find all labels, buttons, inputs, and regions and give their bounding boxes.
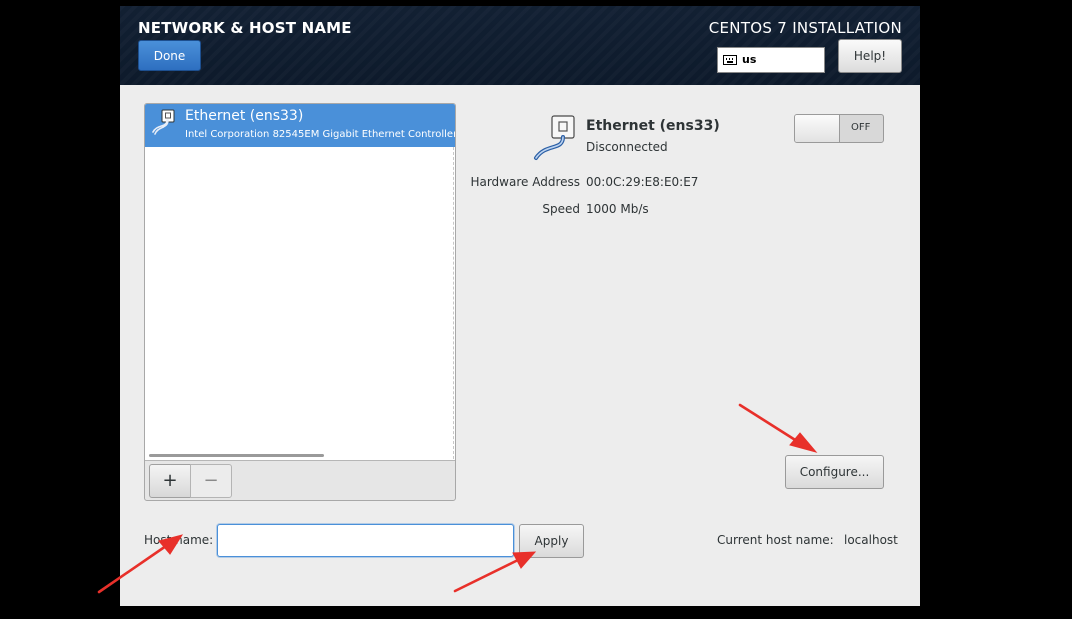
speed-value: 1000 Mb/s [586,202,649,216]
list-divider [453,147,454,459]
hardware-address-label: Hardware Address [470,175,580,189]
ethernet-cable-icon [534,115,575,160]
apply-button[interactable]: Apply [519,524,584,558]
hardware-address-value: 00:0C:29:E8:E0:E7 [586,175,699,189]
help-button[interactable]: Help! [838,39,902,73]
page-title: NETWORK & HOST NAME [138,19,352,37]
interface-list: Ethernet (ens33) Intel Corporation 82545… [145,104,455,461]
add-interface-button[interactable]: + [149,464,191,498]
interface-row-ens33[interactable]: Ethernet (ens33) Intel Corporation 82545… [145,104,455,147]
device-name: Ethernet (ens33) [586,118,720,134]
connection-toggle[interactable]: OFF [794,114,884,143]
interface-list-panel: Ethernet (ens33) Intel Corporation 82545… [144,103,456,501]
toggle-state-label: OFF [851,122,871,133]
current-hostname-label: Current host name: [717,533,834,547]
toggle-knob [795,115,840,142]
installer-window: NETWORK & HOST NAME Done CENTOS 7 INSTAL… [120,6,920,606]
speed-label: Speed [542,202,580,216]
interface-description: Intel Corporation 82545EM Gigabit Ethern… [185,129,455,140]
ethernet-cable-icon [152,109,175,135]
hostname-label: Host name: [144,533,214,547]
installation-title: CENTOS 7 INSTALLATION [708,19,902,37]
keyboard-layout-label: us [742,53,757,66]
interface-name: Ethernet (ens33) [185,108,304,124]
keyboard-icon [723,55,737,65]
done-button[interactable]: Done [138,40,201,71]
horizontal-scrollbar[interactable] [149,454,324,457]
device-status: Disconnected [586,140,668,154]
remove-interface-button[interactable]: − [190,464,232,498]
keyboard-layout-indicator[interactable]: us [717,47,825,73]
current-hostname-value: localhost [844,533,898,547]
header-bar: NETWORK & HOST NAME Done CENTOS 7 INSTAL… [120,6,920,85]
configure-button[interactable]: Configure... [785,455,884,489]
hostname-input[interactable] [217,524,514,557]
